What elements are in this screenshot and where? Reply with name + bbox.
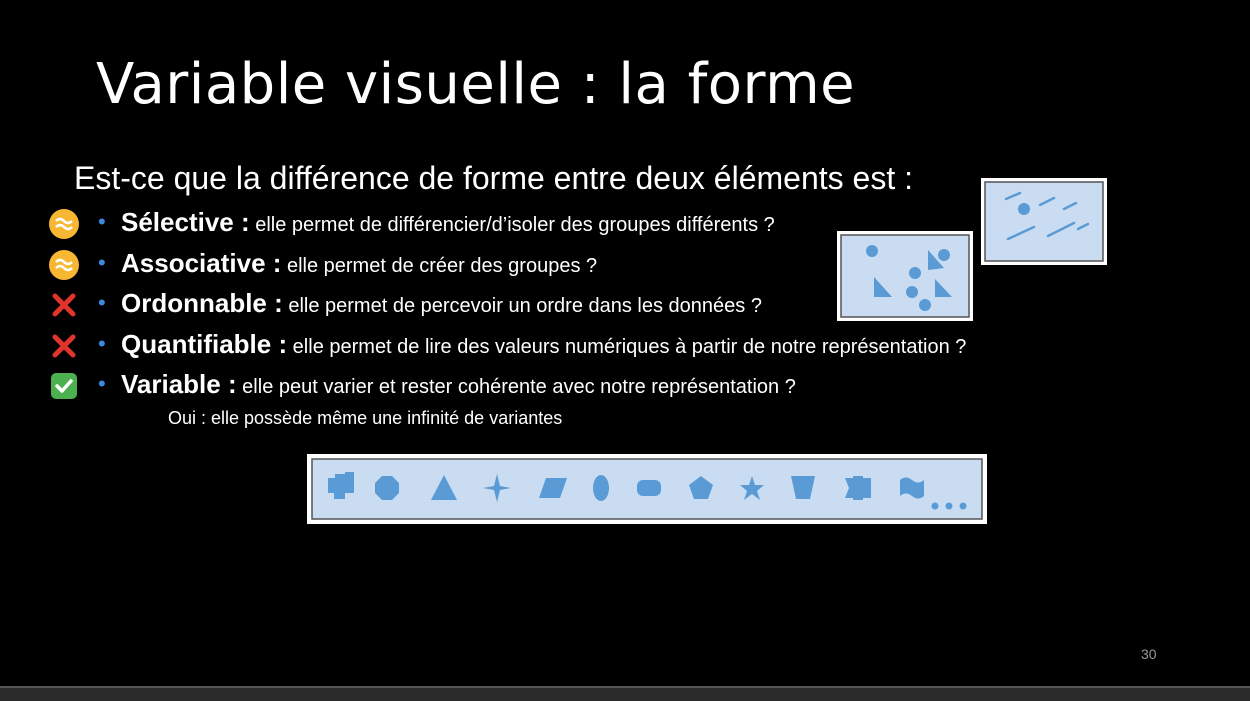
cross-mark-icon bbox=[52, 334, 76, 358]
item-term: Quantifiable : bbox=[121, 329, 288, 359]
ellipsis-dot bbox=[959, 502, 967, 510]
cross-mark-icon bbox=[52, 293, 76, 317]
item-desc: elle permet de percevoir un ordre dans l… bbox=[282, 295, 762, 317]
ellipse-shape bbox=[593, 475, 609, 501]
item-desc: elle permet de différencier/d’isoler des… bbox=[249, 214, 775, 236]
approx-equal-icon bbox=[49, 250, 79, 280]
item-text: Sélective : elle permet de différencier/… bbox=[121, 206, 775, 243]
bullet: • bbox=[98, 371, 106, 396]
slide-question: Est-ce que la différence de forme entre … bbox=[74, 160, 913, 196]
rounded-rect-shape bbox=[637, 480, 661, 496]
item-text: Associative : elle permet de créer des g… bbox=[121, 247, 597, 284]
item-text: Quantifiable : elle permet de lire des v… bbox=[121, 328, 966, 365]
associative-shapes-illustration bbox=[837, 231, 973, 321]
item-text: Ordonnable : elle permet de percevoir un… bbox=[121, 287, 762, 324]
selective-lines-illustration bbox=[981, 178, 1107, 265]
item-desc: elle permet de créer des groupes ? bbox=[281, 255, 598, 277]
item-text: Variable : elle peut varier et rester co… bbox=[121, 368, 796, 405]
sub-note: Oui : elle possède même une infinité de … bbox=[168, 408, 563, 428]
item-desc: elle peut varier et rester cohérente ave… bbox=[236, 376, 796, 398]
check-mark-icon bbox=[51, 373, 77, 399]
bullet: • bbox=[98, 290, 106, 315]
approx-equal-icon bbox=[49, 209, 79, 239]
bottom-bar bbox=[0, 686, 1250, 701]
slide-title: Variable visuelle : la forme bbox=[96, 52, 856, 117]
item-term: Associative : bbox=[121, 248, 282, 278]
item-term: Ordonnable : bbox=[121, 288, 283, 318]
item-term: Variable : bbox=[121, 369, 237, 399]
ellipsis-dot bbox=[945, 502, 953, 510]
shape-variants-illustration bbox=[307, 454, 987, 524]
page-number: 30 bbox=[1141, 646, 1157, 662]
octagon-shape bbox=[375, 476, 399, 500]
bullet: • bbox=[98, 250, 106, 275]
bullet: • bbox=[98, 331, 106, 356]
item-term: Sélective : bbox=[121, 207, 250, 237]
bullet: • bbox=[98, 209, 106, 234]
ellipsis-dot bbox=[931, 502, 939, 510]
item-desc: elle permet de lire des valeurs numériqu… bbox=[287, 336, 967, 358]
